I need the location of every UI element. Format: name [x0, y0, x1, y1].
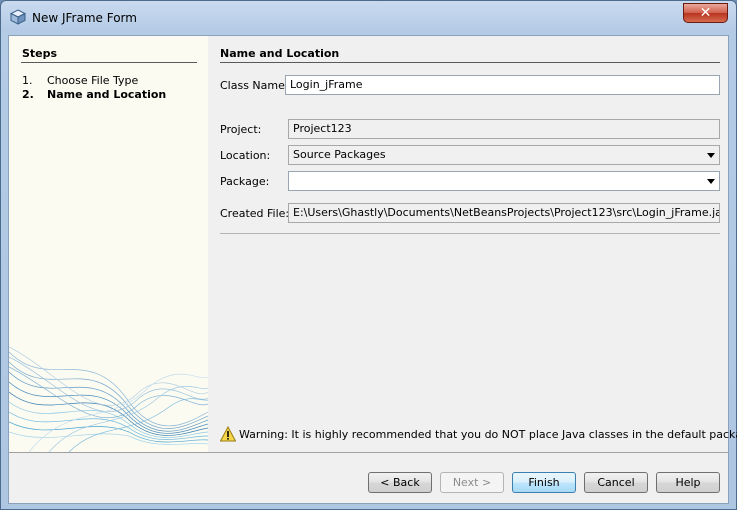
created-file-label: Created File: [220, 207, 290, 220]
form-divider [220, 233, 720, 234]
steps-divider [21, 62, 197, 63]
close-icon: ✕ [699, 5, 712, 21]
step-item-name-and-location: 2. Name and Location [22, 88, 166, 101]
step-label: Name and Location [47, 88, 167, 101]
warning-icon [219, 425, 237, 442]
finish-button[interactable]: Finish [512, 472, 576, 493]
back-button[interactable]: < Back [368, 472, 432, 493]
dialog-body: Steps 1. Choose File Type 2. Name and Loca… [8, 35, 737, 504]
steps-heading: Steps [22, 47, 58, 60]
help-button[interactable]: Help [656, 472, 720, 493]
project-field: Project123 [288, 119, 720, 139]
dialog-window: New JFrame Form ✕ Steps 1. Choose File Ty… [0, 0, 737, 510]
class-name-input[interactable]: Login_jFrame [285, 75, 720, 95]
form-content: Name and Location Class Name: Login_jFra… [219, 36, 737, 452]
step-label: Choose File Type [47, 74, 139, 87]
decorative-waves-image [9, 346, 208, 452]
title-bar[interactable]: New JFrame Form ✕ [1, 1, 736, 35]
window-title: New JFrame Form [32, 11, 137, 25]
dropdown-arrow-icon[interactable] [707, 179, 715, 184]
dropdown-arrow-icon[interactable] [707, 153, 715, 158]
location-label: Location: [220, 149, 271, 162]
location-value: Source Packages [293, 148, 386, 161]
section-title: Name and Location [220, 47, 340, 60]
cancel-button[interactable]: Cancel [584, 472, 648, 493]
section-divider [220, 62, 720, 63]
close-button[interactable]: ✕ [683, 3, 728, 23]
steps-panel: Steps 1. Choose File Type 2. Name and Loca… [9, 36, 208, 452]
footer-divider [9, 452, 728, 453]
package-label: Package: [220, 175, 270, 188]
app-cube-icon [9, 9, 27, 25]
step-item-choose-file-type: 1. Choose File Type [22, 74, 138, 87]
step-number: 2. [22, 88, 34, 101]
project-label: Project: [220, 123, 262, 136]
class-name-label: Class Name: [220, 79, 289, 92]
location-dropdown[interactable]: Source Packages [288, 145, 720, 165]
warning-text: Warning: It is highly recommended that y… [239, 428, 737, 441]
package-combobox[interactable] [288, 171, 720, 191]
next-button[interactable]: Next > [440, 472, 504, 493]
created-file-field: E:\Users\Ghastly\Documents\NetBeansProje… [288, 203, 720, 223]
step-number: 1. [22, 74, 33, 87]
